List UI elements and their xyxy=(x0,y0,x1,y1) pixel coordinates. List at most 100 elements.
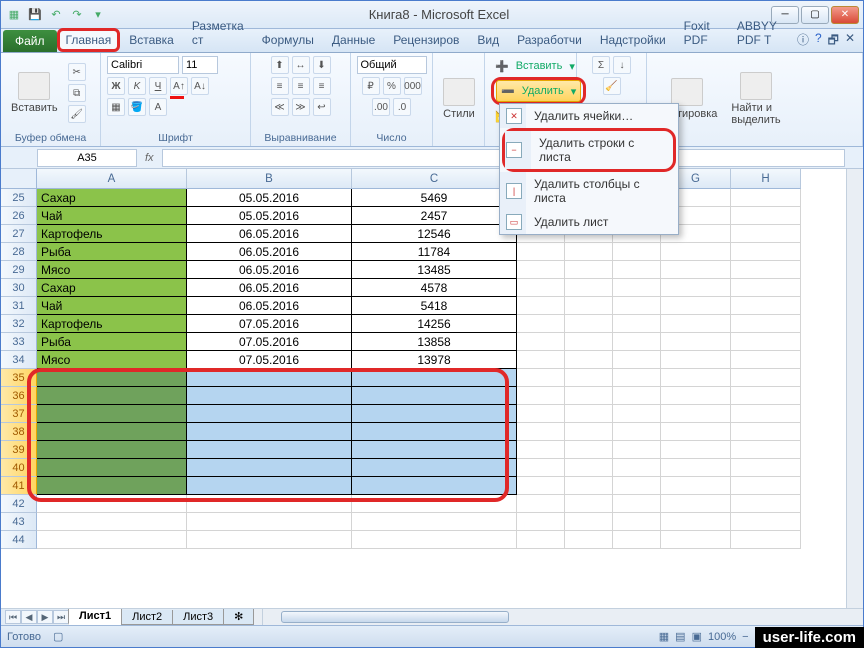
row-header-32[interactable]: 32 xyxy=(1,315,37,333)
row-header-27[interactable]: 27 xyxy=(1,225,37,243)
cell[interactable]: Картофель xyxy=(37,225,187,243)
cell[interactable] xyxy=(661,459,731,477)
cell[interactable]: Рыба xyxy=(37,333,187,351)
cell[interactable] xyxy=(565,279,613,297)
grid[interactable]: ABCDEFGH 2526272829303132333435363738394… xyxy=(1,169,863,608)
cell[interactable] xyxy=(517,387,565,405)
delete-sheet-item[interactable]: ▭Удалить лист xyxy=(500,210,678,234)
decrease-indent-icon[interactable]: ≪ xyxy=(271,98,289,116)
cell[interactable] xyxy=(37,513,187,531)
fill-icon[interactable]: ↓ xyxy=(613,56,631,74)
cell[interactable] xyxy=(352,387,517,405)
cell[interactable] xyxy=(613,459,661,477)
cell[interactable]: Мясо xyxy=(37,261,187,279)
tab-data[interactable]: Данные xyxy=(323,28,384,52)
currency-icon[interactable]: ₽ xyxy=(362,77,380,95)
cell[interactable] xyxy=(613,261,661,279)
help-icon[interactable]: ? xyxy=(815,31,822,52)
cell[interactable] xyxy=(731,495,801,513)
cell[interactable] xyxy=(37,441,187,459)
cell[interactable] xyxy=(565,369,613,387)
cell[interactable] xyxy=(613,405,661,423)
cell[interactable] xyxy=(731,387,801,405)
tab-insert[interactable]: Вставка xyxy=(120,28,183,52)
cell[interactable]: Рыба xyxy=(37,243,187,261)
cell[interactable] xyxy=(187,441,352,459)
save-icon[interactable]: 💾 xyxy=(26,6,44,24)
cell[interactable] xyxy=(352,513,517,531)
cell[interactable] xyxy=(517,279,565,297)
delete-rows-item[interactable]: −Удалить строки с листа xyxy=(505,131,673,169)
cell[interactable] xyxy=(37,495,187,513)
row-header-43[interactable]: 43 xyxy=(1,513,37,531)
col-header-B[interactable]: B xyxy=(187,169,352,189)
cell[interactable] xyxy=(565,513,613,531)
cell[interactable] xyxy=(613,513,661,531)
cell[interactable]: 06.05.2016 xyxy=(187,297,352,315)
doc-close-icon[interactable]: ✕ xyxy=(845,31,855,52)
cell[interactable]: 05.05.2016 xyxy=(187,189,352,207)
cell[interactable] xyxy=(613,243,661,261)
cell[interactable] xyxy=(37,387,187,405)
cell[interactable]: 05.05.2016 xyxy=(187,207,352,225)
cell[interactable]: 5469 xyxy=(352,189,517,207)
cell[interactable] xyxy=(613,495,661,513)
align-right-icon[interactable]: ≡ xyxy=(313,77,331,95)
row-header-34[interactable]: 34 xyxy=(1,351,37,369)
cell[interactable] xyxy=(517,495,565,513)
cell[interactable] xyxy=(661,477,731,495)
cell[interactable] xyxy=(661,315,731,333)
font-color-icon[interactable]: A xyxy=(149,98,167,116)
cell[interactable] xyxy=(661,405,731,423)
cell[interactable] xyxy=(731,297,801,315)
cell[interactable] xyxy=(613,477,661,495)
cell[interactable] xyxy=(661,369,731,387)
row-header-44[interactable]: 44 xyxy=(1,531,37,549)
cell[interactable] xyxy=(37,369,187,387)
cell[interactable] xyxy=(613,333,661,351)
tab-formulas[interactable]: Формулы xyxy=(253,28,323,52)
cell[interactable] xyxy=(187,531,352,549)
cell[interactable] xyxy=(517,261,565,279)
cell[interactable] xyxy=(661,513,731,531)
cell[interactable] xyxy=(517,297,565,315)
fx-icon[interactable]: fx xyxy=(145,152,154,164)
cell[interactable] xyxy=(731,477,801,495)
cell[interactable] xyxy=(517,477,565,495)
cell[interactable] xyxy=(661,531,731,549)
cell[interactable] xyxy=(613,279,661,297)
cell[interactable] xyxy=(517,531,565,549)
cell[interactable] xyxy=(613,315,661,333)
cell[interactable] xyxy=(517,513,565,531)
row-header-36[interactable]: 36 xyxy=(1,387,37,405)
name-box[interactable] xyxy=(37,149,137,167)
cell[interactable]: Картофель xyxy=(37,315,187,333)
cell[interactable] xyxy=(731,459,801,477)
cell[interactable] xyxy=(565,351,613,369)
cell[interactable]: 11784 xyxy=(352,243,517,261)
delete-cells-item[interactable]: ✕Удалить ячейки… xyxy=(500,104,678,128)
cell[interactable] xyxy=(565,315,613,333)
cell[interactable] xyxy=(187,423,352,441)
cell[interactable] xyxy=(565,441,613,459)
cell[interactable] xyxy=(517,423,565,441)
sheet-tab-3[interactable]: Лист3 xyxy=(172,610,224,625)
tab-view[interactable]: Вид xyxy=(468,28,508,52)
macro-record-icon[interactable]: ▢ xyxy=(53,630,63,643)
sheet-tab-1[interactable]: Лист1 xyxy=(68,609,122,625)
cell[interactable]: 07.05.2016 xyxy=(187,315,352,333)
cell[interactable]: 13858 xyxy=(352,333,517,351)
cell[interactable]: 12546 xyxy=(352,225,517,243)
cell[interactable] xyxy=(565,531,613,549)
delete-cells[interactable]: ➖ Удалить ▾ xyxy=(497,81,580,101)
cell[interactable] xyxy=(661,351,731,369)
cell[interactable] xyxy=(187,459,352,477)
grow-font-icon[interactable]: A↑ xyxy=(170,77,188,95)
view-normal-icon[interactable]: ▦ xyxy=(659,630,669,643)
cell[interactable]: Сахар xyxy=(37,189,187,207)
zoom-out-icon[interactable]: − xyxy=(742,631,748,643)
find-select-button[interactable]: Найти и выделить xyxy=(727,70,784,128)
cell[interactable] xyxy=(731,405,801,423)
cell[interactable]: 06.05.2016 xyxy=(187,279,352,297)
sheet-nav-last[interactable]: ⏭ xyxy=(53,610,69,624)
